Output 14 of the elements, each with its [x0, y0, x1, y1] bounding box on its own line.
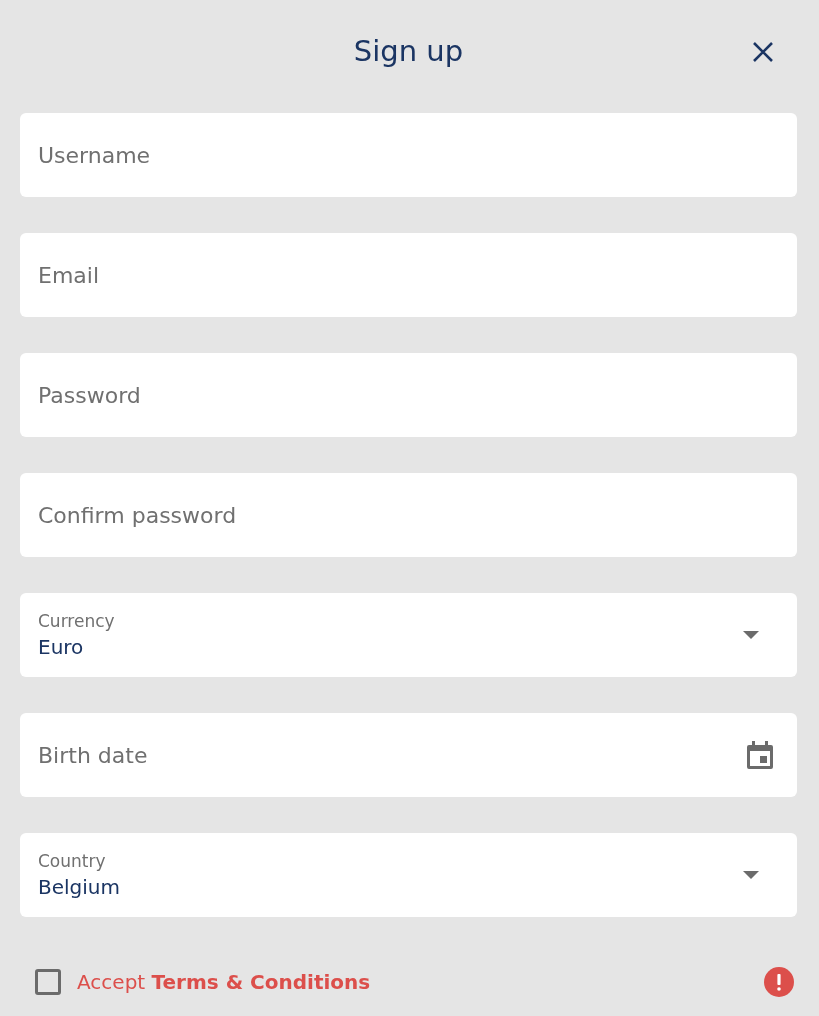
- text-field[interactable]: Username: [20, 113, 797, 197]
- text-field[interactable]: Email: [20, 233, 797, 317]
- select-field[interactable]: Country Belgium: [20, 833, 797, 917]
- caret-icon: [743, 631, 759, 639]
- select-field[interactable]: Currency Euro: [20, 593, 797, 677]
- consent-label: Accept Terms & Conditions: [77, 970, 372, 994]
- checkbox[interactable]: [35, 969, 61, 995]
- date-field[interactable]: Birth date: [20, 713, 797, 797]
- error-icon: [764, 967, 794, 997]
- dialog-title: Sign up: [353, 33, 464, 68]
- text-field[interactable]: Confirm password: [20, 473, 797, 557]
- text-field[interactable]: Password: [20, 353, 797, 437]
- caret-icon: [743, 871, 759, 879]
- calendar-icon[interactable]: [745, 739, 775, 771]
